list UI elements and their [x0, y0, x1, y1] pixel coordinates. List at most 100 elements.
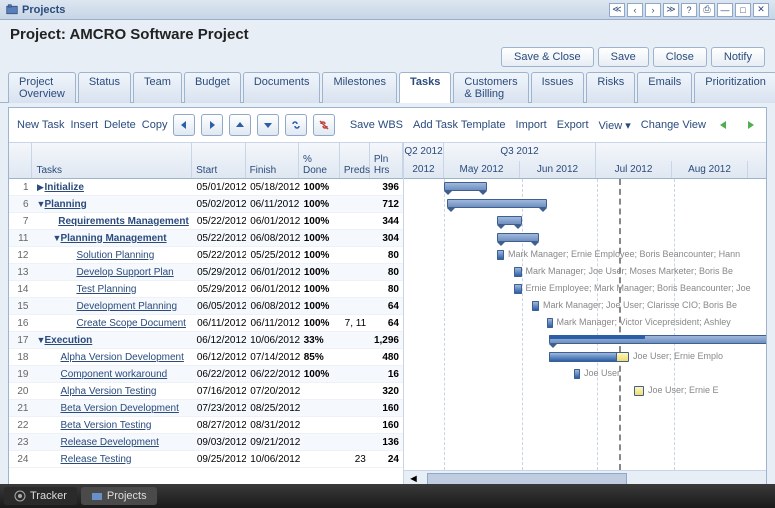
table-row[interactable]: 18Alpha Version Development06/12/201207/… — [9, 349, 403, 366]
change-view-button[interactable]: Change View — [641, 119, 706, 131]
col-preds[interactable]: Preds — [340, 143, 370, 178]
expander-icon[interactable]: ▼ — [37, 335, 45, 345]
task-link[interactable]: Component workaround — [60, 369, 167, 380]
tab-documents[interactable]: Documents — [243, 72, 321, 103]
col-finish[interactable]: Finish — [246, 143, 299, 178]
nav-prev-button[interactable]: ‹ — [627, 3, 643, 17]
table-row[interactable]: 16Create Scope Document06/11/201206/11/2… — [9, 315, 403, 332]
copy-button[interactable]: Copy — [142, 119, 168, 131]
gantt-bar[interactable] — [497, 216, 522, 225]
task-link[interactable]: Beta Version Testing — [60, 420, 151, 431]
move-up-button[interactable] — [229, 114, 251, 136]
tab-risks[interactable]: Risks — [586, 72, 635, 103]
col-tasks[interactable]: Tasks — [32, 143, 192, 178]
close-window-button[interactable]: ✕ — [753, 3, 769, 17]
task-link[interactable]: Planning Management — [60, 233, 166, 244]
task-link[interactable]: Initialize — [45, 182, 84, 193]
toolbar: New Task Insert Delete Copy Save WBS Add… — [9, 108, 766, 143]
table-row[interactable]: 11▼Planning Management05/22/201206/08/20… — [9, 230, 403, 247]
table-row[interactable]: 1▶Initialize05/01/201205/18/2012100%396 — [9, 179, 403, 196]
task-link[interactable]: Alpha Version Development — [60, 352, 183, 363]
move-down-button[interactable] — [257, 114, 279, 136]
table-row[interactable]: 6▼Planning05/02/201206/11/2012100%712 — [9, 196, 403, 213]
table-row[interactable]: 13Develop Support Plan05/29/201206/01/20… — [9, 264, 403, 281]
task-link[interactable]: Execution — [45, 335, 93, 346]
task-link[interactable]: Test Planning — [76, 284, 136, 295]
print-button[interactable]: ⎙ — [699, 3, 715, 17]
gantt-bar[interactable] — [634, 386, 644, 396]
table-body: 1▶Initialize05/01/201205/18/2012100%3966… — [9, 179, 403, 486]
task-link[interactable]: Release Testing — [60, 454, 131, 465]
tracker-tab[interactable]: Tracker — [4, 487, 77, 505]
tab-tasks[interactable]: Tasks — [399, 72, 451, 103]
expander-icon[interactable]: ▶ — [37, 182, 45, 193]
expander-icon[interactable]: ▼ — [52, 233, 60, 243]
import-button[interactable]: Import — [516, 119, 547, 131]
tab-budget[interactable]: Budget — [184, 72, 241, 103]
unlink-button[interactable] — [313, 114, 335, 136]
tab-status[interactable]: Status — [78, 72, 131, 103]
tab-issues[interactable]: Issues — [531, 72, 585, 103]
maximize-button[interactable]: □ — [735, 3, 751, 17]
new-task-button[interactable]: New Task — [17, 119, 64, 131]
gantt-body[interactable]: Mark Manager; Ernie Employee; Boris Bean… — [404, 179, 766, 470]
task-link[interactable]: Solution Planning — [76, 250, 154, 261]
tab-team[interactable]: Team — [133, 72, 182, 103]
table-row[interactable]: 15Development Planning06/05/201206/08/20… — [9, 298, 403, 315]
page-title: Project: AMCRO Software Project — [10, 26, 765, 43]
projects-tab[interactable]: Projects — [81, 487, 157, 505]
task-link[interactable]: Develop Support Plan — [76, 267, 173, 278]
help-button[interactable]: ? — [681, 3, 697, 17]
nav-next-button[interactable]: › — [645, 3, 661, 17]
delete-button[interactable]: Delete — [104, 119, 136, 131]
bar-label: Mark Manager; Victor Vicepresident; Ashl… — [557, 317, 731, 327]
nav-last-button[interactable]: ≫ — [663, 3, 679, 17]
tab-customers-billing[interactable]: Customers & Billing — [453, 72, 528, 103]
indent-button[interactable] — [201, 114, 223, 136]
save-wbs-button[interactable]: Save WBS — [350, 119, 403, 131]
gantt-bar[interactable] — [447, 199, 547, 208]
table-row[interactable]: 19Component workaround06/22/201206/22/20… — [9, 366, 403, 383]
tab-milestones[interactable]: Milestones — [322, 72, 397, 103]
view-dropdown[interactable]: View ▾ — [599, 119, 631, 132]
task-link[interactable]: Create Scope Document — [76, 318, 186, 329]
export-button[interactable]: Export — [557, 119, 589, 131]
expander-icon[interactable]: ▼ — [37, 199, 45, 209]
outdent-button[interactable] — [173, 114, 195, 136]
task-link[interactable]: Development Planning — [76, 301, 177, 312]
task-link[interactable]: Requirements Management — [58, 216, 189, 227]
col-done[interactable]: % Done — [299, 143, 340, 178]
gantt-bar[interactable] — [444, 182, 487, 191]
table-row[interactable]: 14Test Planning05/29/201206/01/2012100%8… — [9, 281, 403, 298]
tab-prioritization[interactable]: Prioritization — [694, 72, 775, 103]
table-row[interactable]: 20Alpha Version Testing07/16/201207/20/2… — [9, 383, 403, 400]
table-row[interactable]: 12Solution Planning05/22/201205/25/20121… — [9, 247, 403, 264]
scroll-right-icon[interactable] — [742, 119, 758, 131]
gantt-chart: Q2 2012Q3 2012 2012May 2012Jun 2012Jul 2… — [404, 143, 766, 486]
col-start[interactable]: Start — [192, 143, 245, 178]
close-button[interactable]: Close — [653, 47, 707, 67]
table-row[interactable]: 23Release Development09/03/201209/21/201… — [9, 434, 403, 451]
table-row[interactable]: 17▼Execution06/12/201210/06/201233%1,296 — [9, 332, 403, 349]
table-row[interactable]: 21Beta Version Development07/23/201208/2… — [9, 400, 403, 417]
table-row[interactable]: 22Beta Version Testing08/27/201208/31/20… — [9, 417, 403, 434]
link-button[interactable] — [285, 114, 307, 136]
tab-project-overview[interactable]: Project Overview — [8, 72, 76, 103]
insert-button[interactable]: Insert — [70, 119, 98, 131]
table-row[interactable]: 24Release Testing09/25/201210/06/2012232… — [9, 451, 403, 468]
col-hrs[interactable]: Pln Hrs — [370, 143, 403, 178]
tab-emails[interactable]: Emails — [637, 72, 692, 103]
task-link[interactable]: Alpha Version Testing — [60, 386, 156, 397]
gantt-bar[interactable] — [497, 233, 540, 242]
notify-button[interactable]: Notify — [711, 47, 765, 67]
save-close-button[interactable]: Save & Close — [501, 47, 594, 67]
task-link[interactable]: Release Development — [60, 437, 158, 448]
add-task-template-button[interactable]: Add Task Template — [413, 119, 506, 131]
nav-first-button[interactable]: ≪ — [609, 3, 625, 17]
task-link[interactable]: Planning — [45, 199, 87, 210]
scroll-left-icon[interactable] — [716, 119, 732, 131]
minimize-button[interactable]: — — [717, 3, 733, 17]
save-button[interactable]: Save — [598, 47, 649, 67]
task-link[interactable]: Beta Version Development — [60, 403, 178, 414]
table-row[interactable]: 7Requirements Management05/22/201206/01/… — [9, 213, 403, 230]
